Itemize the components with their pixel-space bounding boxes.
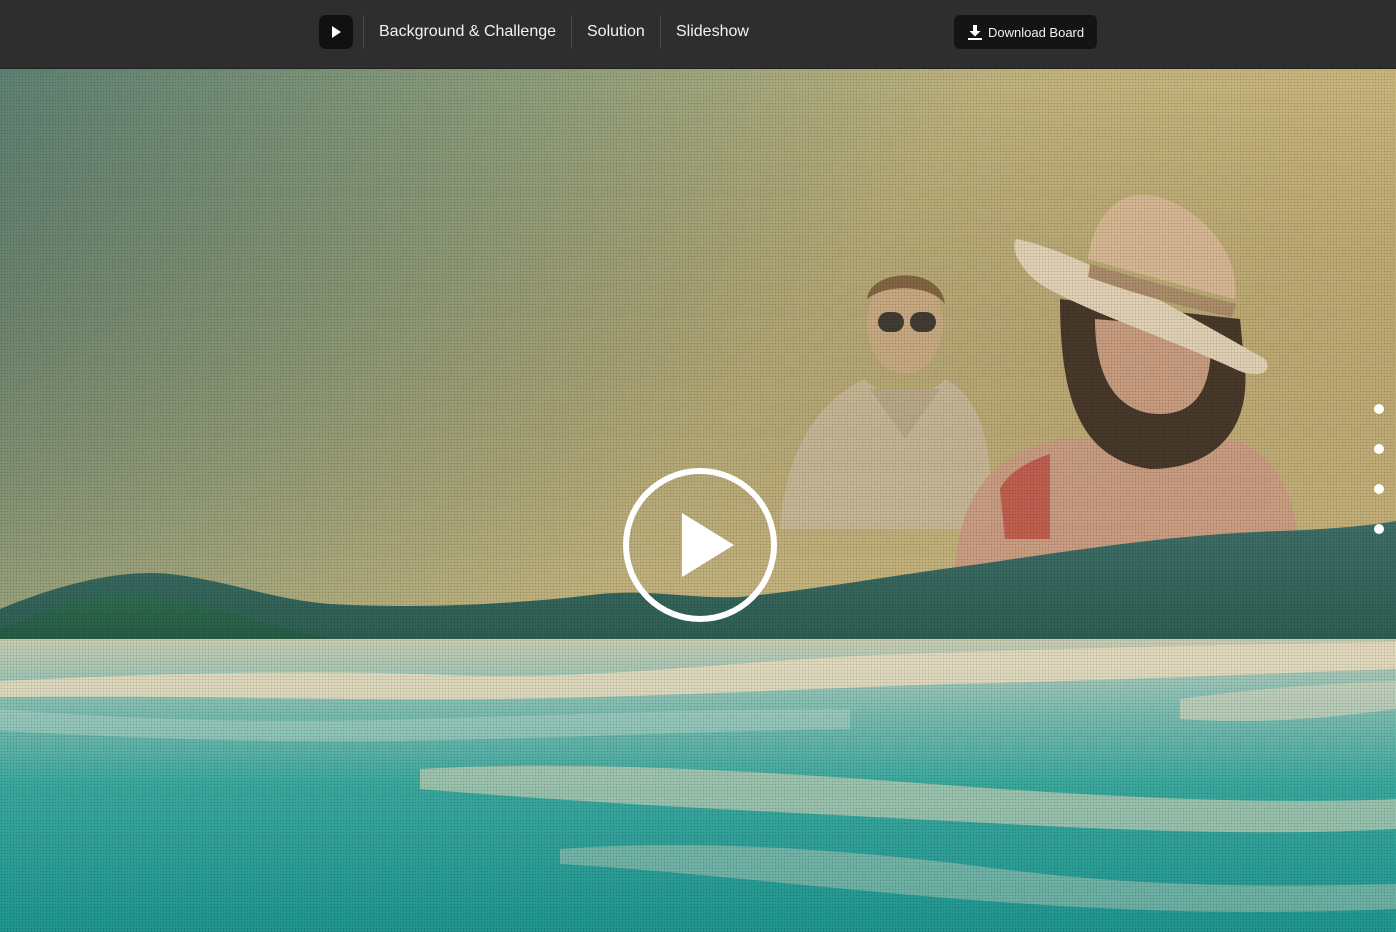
- play-button[interactable]: [319, 15, 353, 49]
- top-navigation-bar: Background & Challenge Solution Slidesho…: [0, 0, 1396, 69]
- slide-dot-1[interactable]: [1374, 404, 1384, 414]
- download-icon: [968, 24, 982, 40]
- slide-dot-2[interactable]: [1374, 444, 1384, 454]
- nav-divider: [571, 15, 572, 49]
- play-circle-icon: [623, 468, 777, 622]
- play-video-button[interactable]: [622, 467, 778, 623]
- nav-solution[interactable]: Solution: [587, 21, 645, 43]
- nav-divider: [363, 15, 364, 49]
- nav-background-challenge[interactable]: Background & Challenge: [379, 21, 556, 43]
- play-icon: [332, 26, 341, 38]
- nav-slideshow[interactable]: Slideshow: [676, 21, 749, 43]
- nav-divider: [660, 15, 661, 49]
- download-board-label: Download Board: [988, 24, 1085, 40]
- hero-video-panel: [0, 69, 1396, 932]
- slide-pager: [1374, 404, 1386, 564]
- slide-dot-4[interactable]: [1374, 524, 1384, 534]
- slide-dot-3[interactable]: [1374, 484, 1384, 494]
- download-board-button[interactable]: Download Board: [954, 15, 1097, 49]
